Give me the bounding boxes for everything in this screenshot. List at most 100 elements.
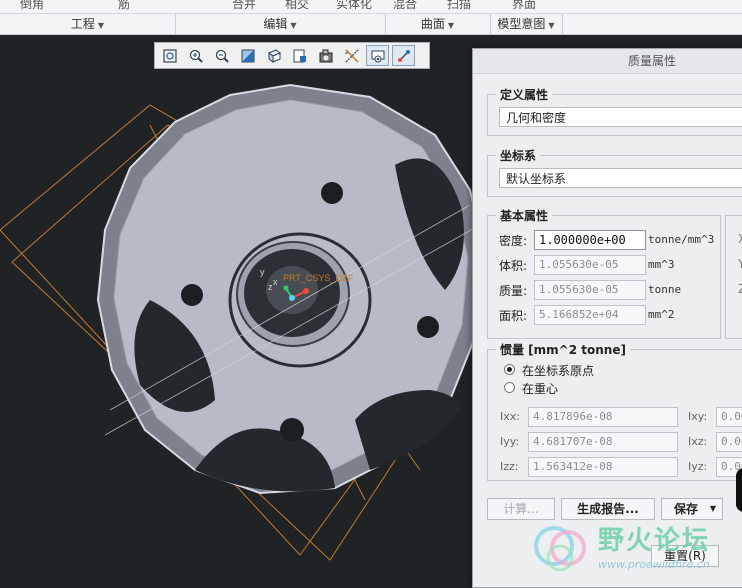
iyy-label: Iyy: <box>500 435 520 448</box>
repaint-button[interactable] <box>236 45 259 66</box>
refit-icon <box>162 48 177 63</box>
svg-text:*: * <box>345 51 348 58</box>
chevron-down-icon: ▼ <box>97 21 105 30</box>
ixy-field: 0.00 <box>716 407 742 427</box>
cog-z-label: Z <box>738 282 742 296</box>
ixx-field: 4.817896e-08 <box>528 407 678 427</box>
area-label: 面积: <box>499 309 528 323</box>
perspective-view-icon <box>319 49 332 62</box>
cursor-overlay <box>736 468 742 512</box>
perspective-view-button[interactable] <box>314 45 337 66</box>
annotation-display-button[interactable] <box>392 45 415 66</box>
chevron-down-icon: ▼ <box>447 21 455 30</box>
spin-center-button[interactable] <box>366 45 389 66</box>
saved-views-button[interactable] <box>288 45 311 66</box>
csys-dropdown[interactable]: 默认坐标系 <box>499 168 742 188</box>
chevron-down-icon: ▼ <box>709 504 716 513</box>
density-field[interactable]: 1.000000e+00 <box>534 230 646 250</box>
basic-properties-group: 基本属性 密度: 1.000000e+00 tonne/mm^3 体积: 1.0… <box>487 207 721 339</box>
csys-group: 坐标系 默认坐标系 <box>487 147 742 197</box>
mass-field: 1.055630e-05 <box>534 280 646 300</box>
definition-group: 定义属性 几何和密度 <box>487 86 742 136</box>
izz-label: Izz: <box>500 460 519 473</box>
radio-at-center-of-gravity-label: 在重心 <box>522 382 559 396</box>
radio-at-center-of-gravity[interactable] <box>504 382 515 393</box>
ribbon-item-intersect[interactable]: 相交 <box>285 0 309 12</box>
view-toolbar: * <box>154 42 430 69</box>
display-style-button[interactable] <box>262 45 285 66</box>
bolt-hole <box>417 316 439 338</box>
ribbon-item-chamfer[interactable]: 倒角 <box>20 0 44 12</box>
ixz-label: Ixz: <box>688 435 708 448</box>
forum-watermark: 野火论坛 www.proewildfire.cn <box>530 518 742 581</box>
axis-y-label: y <box>260 267 265 277</box>
volume-field: 1.055630e-05 <box>534 255 646 275</box>
group-engineering[interactable]: 工程 ▼ <box>0 14 176 34</box>
mass-unit: tonne <box>648 283 682 296</box>
ixx-label: Ixx: <box>500 410 520 423</box>
datum-display-icon: * <box>345 48 359 63</box>
datum-display-button[interactable]: * <box>340 45 363 66</box>
area-field: 5.166852e+04 <box>534 305 646 325</box>
save-button[interactable]: 保存 ▼ <box>661 498 723 520</box>
inertia-legend: 惯量 [mm^2 tonne] <box>496 341 630 358</box>
generate-report-button[interactable]: 生成报告... <box>561 498 655 520</box>
group-surfaces[interactable]: 曲面 ▼ <box>385 14 491 34</box>
iyy-field: 4.681707e-08 <box>528 432 678 452</box>
csys-legend: 坐标系 <box>496 147 541 164</box>
radio-at-csys-origin[interactable] <box>504 364 515 375</box>
chevron-down-icon: ▼ <box>290 21 297 30</box>
basic-legend: 基本属性 <box>496 207 553 224</box>
ixz-field: 0.00 <box>716 432 742 452</box>
flame-logo-icon <box>534 526 586 572</box>
group-editing[interactable]: 编辑 ▼ <box>175 14 386 34</box>
ribbon-item-solidify[interactable]: 实体化 <box>336 0 372 12</box>
inertia-group: 惯量 [mm^2 tonne] 在坐标系原点 在重心 Ixx: 4.817896… <box>487 341 742 481</box>
compute-button[interactable]: 计算... <box>487 498 555 520</box>
ribbon-item-interface[interactable]: 界面 <box>512 0 536 12</box>
area-unit: mm^2 <box>648 308 675 321</box>
ribbon-item-sweep[interactable]: 扫描 <box>447 0 471 12</box>
ribbon-item-rib[interactable]: 筋 <box>118 0 130 12</box>
density-unit: tonne/mm^3 <box>648 233 715 246</box>
bolt-hole <box>181 284 203 306</box>
display-style-icon <box>267 48 281 63</box>
center-of-gravity-group: X Y Z <box>725 215 742 339</box>
density-label: 密度: <box>499 234 528 248</box>
part-model[interactable] <box>96 83 487 495</box>
chevron-down-icon: ▼ <box>548 21 555 30</box>
cog-y-label: Y <box>738 257 742 271</box>
group-model-intent[interactable]: 模型意图 ▼ <box>490 14 563 34</box>
cog-x-label: X <box>738 232 742 246</box>
bolt-hole <box>280 418 304 442</box>
volume-label: 体积: <box>499 259 528 273</box>
watermark-url: www.proewildfire.cn <box>598 558 710 571</box>
ribbon-item-merge[interactable]: 合并 <box>232 0 256 12</box>
mass-label: 质量: <box>499 284 528 298</box>
izz-field: 1.563412e-08 <box>528 457 678 477</box>
radio-at-csys-origin-label: 在坐标系原点 <box>522 364 595 378</box>
repaint-icon <box>241 49 254 62</box>
zoom-in-icon <box>189 49 203 63</box>
ribbon-top-row: 倒角 筋 合并 相交 实体化 混合 扫描 界面 <box>0 0 742 12</box>
zoom-in-button[interactable] <box>184 45 207 66</box>
csys-label: PRT_CSYS_DEF <box>283 273 354 283</box>
ixy-label: Ixy: <box>688 410 708 423</box>
watermark-title: 野火论坛 <box>598 526 711 556</box>
axis-x-label: x <box>273 277 278 287</box>
refit-button[interactable] <box>158 45 181 66</box>
mass-properties-dialog: 质量属性 定义属性 几何和密度 坐标系 默认坐标系 基本属性 密度: 1.000… <box>472 48 742 588</box>
volume-unit: mm^3 <box>648 258 675 271</box>
zoom-out-button[interactable] <box>210 45 233 66</box>
definition-dropdown[interactable]: 几何和密度 <box>499 107 742 127</box>
ribbon: 倒角 筋 合并 相交 实体化 混合 扫描 界面 工程 ▼ 编辑 ▼ 曲面 ▼ 模型意图… <box>0 0 742 35</box>
annotation-display-icon <box>397 49 410 62</box>
iyz-label: Iyz: <box>688 460 708 473</box>
spin-center-icon <box>371 50 384 62</box>
saved-views-icon <box>293 49 306 62</box>
bolt-hole <box>321 182 343 204</box>
ribbon-groups: 工程 ▼ 编辑 ▼ 曲面 ▼ 模型意图 ▼ <box>0 13 742 34</box>
ribbon-item-blend[interactable]: 混合 <box>393 0 417 12</box>
dialog-title: 质量属性 <box>473 49 742 74</box>
zoom-out-icon <box>215 49 229 63</box>
